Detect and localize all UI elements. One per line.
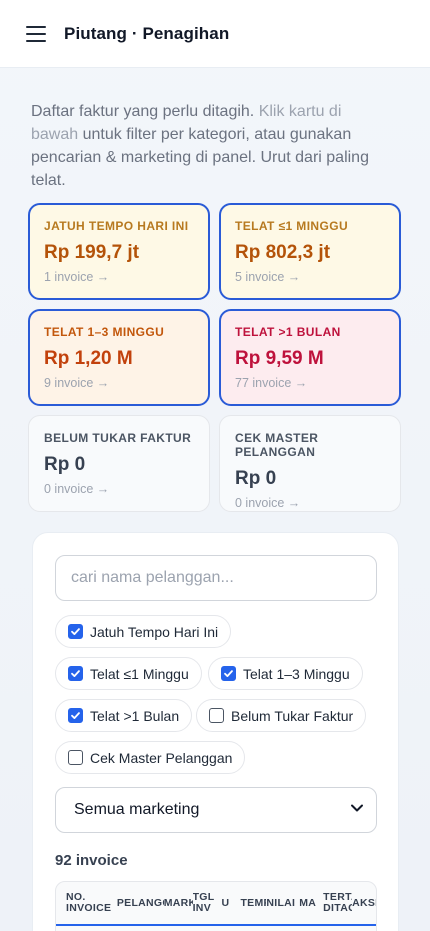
col-header[interactable]: NILAI bbox=[266, 898, 299, 909]
card-jatuh-tempo-hari-ini[interactable]: JATUH TEMPO HARI INI Rp 199,7 jt 1 invoi… bbox=[28, 203, 210, 300]
col-header[interactable]: U bbox=[222, 898, 241, 909]
card-telat-lebih-1-bulan[interactable]: TELAT >1 BULAN Rp 9,59 M 77 invoice → bbox=[219, 309, 401, 406]
card-label: JATUH TEMPO HARI INI bbox=[44, 219, 189, 233]
card-amount: Rp 802,3 jt bbox=[235, 242, 331, 263]
card-telat-1-minggu[interactable]: TELAT ≤1 MINGGU Rp 802,3 jt 5 invoice → bbox=[219, 203, 401, 300]
col-header[interactable]: MARKETING bbox=[164, 898, 193, 909]
filter-label: Telat 1–3 Minggu bbox=[243, 665, 350, 682]
filter-label: Telat >1 Bulan bbox=[90, 707, 180, 724]
card-label: CEK MASTER PELANGGAN bbox=[235, 431, 319, 459]
card-cek-master-pelanggan[interactable]: CEK MASTER PELANGGAN Rp 0 0 invoice → bbox=[219, 415, 401, 512]
filter-telat-1-3-minggu[interactable]: Telat 1–3 Minggu bbox=[208, 657, 363, 690]
filter-belum-tukar-faktur[interactable]: Belum Tukar Faktur bbox=[196, 699, 367, 732]
card-label: TELAT 1–3 MINGGU bbox=[44, 325, 165, 339]
search-input[interactable] bbox=[55, 555, 377, 601]
checkbox-icon[interactable] bbox=[68, 666, 83, 681]
checkbox-icon[interactable] bbox=[209, 708, 224, 723]
col-header[interactable]: TGL INV bbox=[193, 892, 222, 914]
filter-label: Jatuh Tempo Hari Ini bbox=[90, 623, 219, 640]
menu-icon[interactable] bbox=[26, 25, 46, 42]
checkbox-icon[interactable] bbox=[221, 666, 236, 681]
table-header: NO. INVOICE PELANGGAN MARKETING TGL INV … bbox=[56, 882, 376, 926]
checkbox-icon[interactable] bbox=[68, 624, 83, 639]
intro-text-part: untuk filter per kategori, atau gunakan … bbox=[31, 126, 369, 189]
col-header[interactable]: AKSI bbox=[352, 898, 376, 909]
card-amount: Rp 0 bbox=[44, 454, 86, 475]
filter-label: Telat ≤1 Minggu bbox=[90, 665, 189, 682]
card-amount: Rp 199,7 jt bbox=[44, 242, 140, 263]
col-header[interactable]: NO. INVOICE bbox=[66, 892, 117, 914]
intro-text-part: Daftar faktur yang perlu ditagih. bbox=[31, 103, 259, 120]
col-header[interactable]: TERTAGIH DITAGIH bbox=[323, 892, 352, 914]
card-label: BELUM TUKAR FAKTUR bbox=[44, 431, 192, 445]
card-label: TELAT ≤1 MINGGU bbox=[235, 219, 349, 233]
card-amount: Rp 1,20 M bbox=[44, 348, 133, 369]
page-title: Piutang · Penagihan bbox=[64, 23, 230, 43]
filter-telat-1-minggu[interactable]: Telat ≤1 Minggu bbox=[55, 657, 202, 690]
top-bar: Piutang · Penagihan bbox=[0, 0, 430, 68]
filter-cek-master-pelanggan[interactable]: Cek Master Pelanggan bbox=[55, 741, 246, 774]
checkbox-icon[interactable] bbox=[68, 708, 83, 723]
card-count: 77 invoice → bbox=[235, 376, 308, 390]
card-amount: Rp 0 bbox=[235, 468, 277, 489]
col-header[interactable]: PELANGGAN bbox=[117, 898, 164, 909]
intro-text: Daftar faktur yang perlu ditagih. Klik k… bbox=[31, 100, 371, 192]
filter-label: Belum Tukar Faktur bbox=[231, 707, 354, 724]
filter-panel: Jatuh Tempo Hari Ini Telat ≤1 Minggu Tel… bbox=[32, 532, 399, 931]
marketing-select[interactable]: Semua marketing bbox=[55, 787, 377, 833]
chevron-down-icon bbox=[350, 801, 364, 820]
card-label: TELAT >1 BULAN bbox=[235, 325, 341, 339]
card-belum-tukar-faktur[interactable]: BELUM TUKAR FAKTUR Rp 0 0 invoice → bbox=[28, 415, 210, 512]
card-count: 9 invoice → bbox=[44, 376, 110, 390]
card-amount: Rp 9,59 M bbox=[235, 348, 324, 369]
card-count: 0 invoice → bbox=[44, 482, 110, 496]
col-header[interactable]: MA bbox=[299, 898, 323, 909]
filter-telat-lebih-1-bulan[interactable]: Telat >1 Bulan bbox=[55, 699, 193, 732]
invoice-count: 92 invoice bbox=[55, 852, 128, 869]
col-header[interactable]: TEMPO bbox=[240, 898, 266, 909]
marketing-selected-value: Semua marketing bbox=[74, 801, 200, 818]
checkbox-icon[interactable] bbox=[68, 750, 83, 765]
filter-label: Cek Master Pelanggan bbox=[90, 749, 233, 766]
card-count: 5 invoice → bbox=[235, 270, 301, 284]
filter-jatuh-tempo-hari-ini[interactable]: Jatuh Tempo Hari Ini bbox=[55, 615, 232, 648]
card-telat-1-3-minggu[interactable]: TELAT 1–3 MINGGU Rp 1,20 M 9 invoice → bbox=[28, 309, 210, 406]
card-count: 1 invoice → bbox=[44, 270, 110, 284]
invoice-table[interactable]: NO. INVOICE PELANGGAN MARKETING TGL INV … bbox=[55, 881, 377, 931]
card-count: 0 invoice → bbox=[235, 496, 301, 510]
